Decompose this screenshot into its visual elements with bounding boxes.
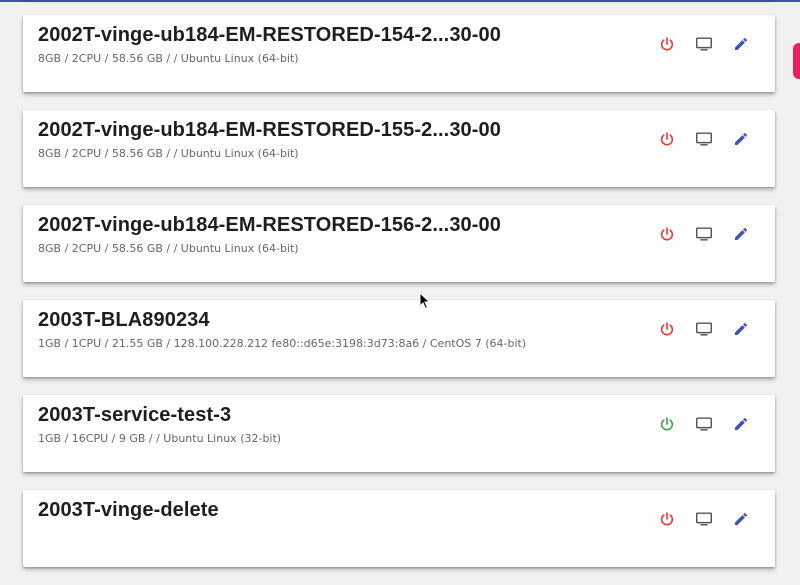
vm-name: 2002T-vinge-ub184-EM-RESTORED-154-2...30… (38, 24, 501, 46)
power-icon (659, 416, 675, 432)
mouse-cursor-icon (419, 292, 431, 310)
vm-card[interactable]: 2003T-service-test-3 1GB / 16CPU / 9 GB … (23, 395, 775, 472)
vm-card[interactable]: 2002T-vinge-ub184-EM-RESTORED-156-2...30… (23, 205, 775, 282)
vm-actions (640, 34, 751, 54)
console-button[interactable] (694, 129, 714, 149)
vm-specs: 8GB / 2CPU / 58.56 GB / / Ubuntu Linux (… (38, 242, 299, 255)
vm-specs: 1GB / 16CPU / 9 GB / / Ubuntu Linux (32-… (38, 432, 282, 445)
monitor-icon (695, 416, 713, 432)
vm-card[interactable]: 2002T-vinge-ub184-EM-RESTORED-155-2...30… (23, 110, 775, 187)
console-button[interactable] (694, 319, 714, 339)
edit-button[interactable] (731, 129, 751, 149)
monitor-icon (695, 321, 713, 337)
console-button[interactable] (694, 34, 714, 54)
edit-button[interactable] (731, 224, 751, 244)
console-button[interactable] (694, 414, 714, 434)
power-icon (659, 511, 675, 527)
monitor-icon (695, 226, 713, 242)
power-button[interactable] (657, 414, 677, 434)
power-button[interactable] (657, 129, 677, 149)
power-button[interactable] (657, 224, 677, 244)
monitor-icon (695, 36, 713, 52)
vm-list: 2002T-vinge-ub184-EM-RESTORED-154-2...30… (23, 0, 775, 585)
console-button[interactable] (694, 224, 714, 244)
monitor-icon (695, 511, 713, 527)
power-icon (659, 131, 675, 147)
power-icon (659, 226, 675, 242)
edit-button[interactable] (731, 34, 751, 54)
vm-specs: 8GB / 2CPU / 58.56 GB / / Ubuntu Linux (… (38, 52, 299, 65)
vm-name: 2002T-vinge-ub184-EM-RESTORED-156-2...30… (38, 214, 501, 236)
vm-specs: 8GB / 2CPU / 58.56 GB / / Ubuntu Linux (… (38, 147, 299, 160)
power-button[interactable] (657, 319, 677, 339)
power-button[interactable] (657, 509, 677, 529)
vm-actions (640, 224, 751, 244)
pencil-icon (733, 36, 749, 52)
vm-name: 2003T-service-test-3 (38, 404, 232, 426)
vm-actions (640, 319, 751, 339)
vm-actions (640, 129, 751, 149)
power-icon (659, 36, 675, 52)
vm-actions (640, 509, 751, 529)
edit-button[interactable] (731, 414, 751, 434)
pencil-icon (733, 416, 749, 432)
pencil-icon (733, 511, 749, 527)
vm-card[interactable]: 2002T-vinge-ub184-EM-RESTORED-154-2...30… (23, 15, 775, 92)
vm-actions (640, 414, 751, 434)
vm-card[interactable]: 2003T-vinge-delete (23, 490, 775, 567)
vm-card[interactable]: 2003T-BLA890234 1GB / 1CPU / 21.55 GB / … (23, 300, 775, 377)
vm-name: 2003T-BLA890234 (38, 309, 210, 331)
vm-name: 2003T-vinge-delete (38, 499, 219, 521)
edit-button[interactable] (731, 319, 751, 339)
pencil-icon (733, 131, 749, 147)
console-button[interactable] (694, 509, 714, 529)
vm-specs: 1GB / 1CPU / 21.55 GB / 128.100.228.212 … (38, 337, 527, 350)
power-icon (659, 321, 675, 337)
vm-name: 2002T-vinge-ub184-EM-RESTORED-155-2...30… (38, 119, 501, 141)
power-button[interactable] (657, 34, 677, 54)
pencil-icon (733, 321, 749, 337)
side-panel-tab[interactable] (793, 43, 800, 79)
edit-button[interactable] (731, 509, 751, 529)
monitor-icon (695, 131, 713, 147)
pencil-icon (733, 226, 749, 242)
